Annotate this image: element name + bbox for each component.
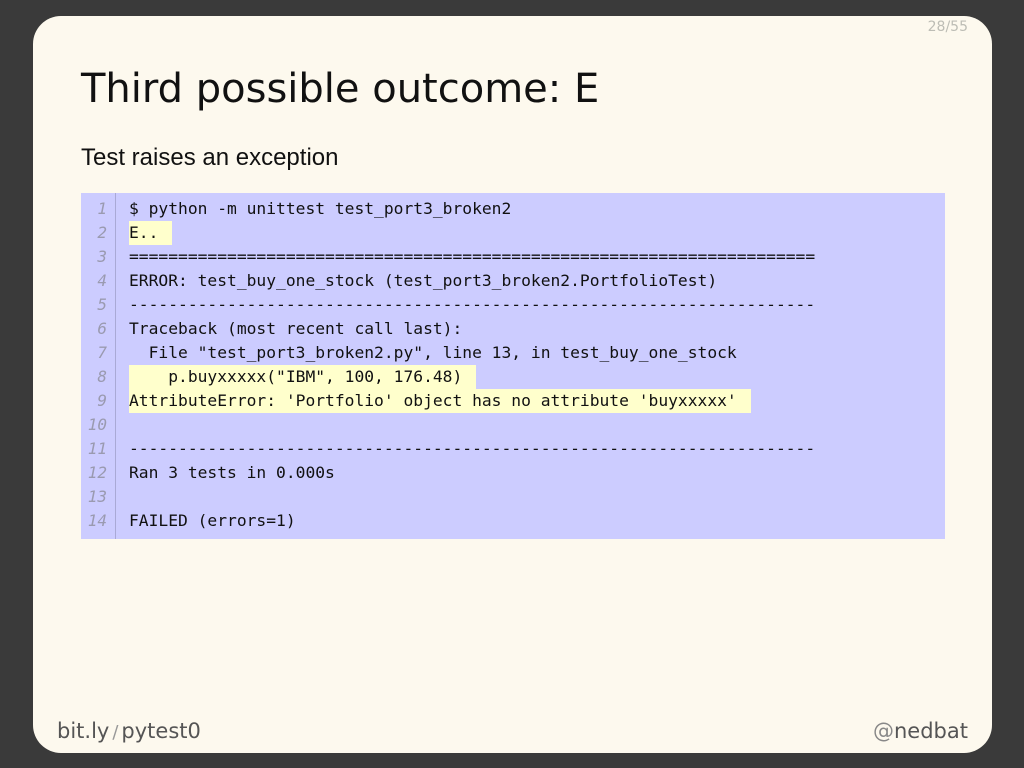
line-number: 7 (97, 343, 107, 362)
code-line: 14 FAILED (errors=1) (81, 509, 945, 533)
at-symbol: @ (873, 719, 894, 743)
line-number: 10 (87, 415, 107, 434)
code-line: 1 $ python -m unittest test_port3_broken2 (81, 197, 945, 221)
line-number: 14 (87, 511, 107, 530)
code-line: 3 =======================================… (81, 245, 945, 269)
code-text: ERROR: test_buy_one_stock (test_port3_br… (129, 271, 718, 290)
line-number: 12 (87, 463, 107, 482)
highlighted-code-text: p.buyxxxxx("IBM", 100, 176.48) (129, 365, 477, 389)
code-line: 2 E.. (81, 221, 945, 245)
code-text: File "test_port3_broken2.py", line 13, i… (129, 343, 737, 362)
footer-domain: bit.ly (57, 719, 110, 743)
code-line: 5 ---------------------------------------… (81, 293, 945, 317)
line-number: 11 (87, 439, 107, 458)
highlighted-code-text: E.. (129, 221, 173, 245)
code-line: 4 ERROR: test_buy_one_stock (test_port3_b… (81, 269, 945, 293)
line-number: 4 (97, 271, 107, 290)
code-text: ========================================… (129, 247, 816, 266)
code-line: 12 Ran 3 tests in 0.000s (81, 461, 945, 485)
line-number: 1 (97, 199, 107, 218)
line-number: 2 (97, 223, 107, 242)
line-number: 5 (97, 295, 107, 314)
footer-author-name: nedbat (894, 719, 968, 743)
code-text: ----------------------------------------… (129, 439, 816, 458)
slide-title: Third possible outcome: E (81, 66, 600, 112)
code-text: Ran 3 tests in 0.000s (129, 463, 335, 482)
slide-subtitle: Test raises an exception (81, 144, 339, 171)
line-number: 3 (97, 247, 107, 266)
line-number: 13 (87, 487, 107, 506)
code-text: Traceback (most recent call last): (129, 319, 463, 338)
code-line: 8 p.buyxxxxx("IBM", 100, 176.48) (81, 365, 945, 389)
code-text: $ python -m unittest test_port3_broken2 (129, 199, 512, 218)
line-number: 8 (97, 367, 107, 386)
code-line: 9 AttributeError: 'Portfolio' object has … (81, 389, 945, 413)
slide: 28/55 Third possible outcome: E Test rai… (33, 16, 992, 753)
line-number: 9 (97, 391, 107, 410)
code-line: 11 --------------------------------------… (81, 437, 945, 461)
code-line: 7 File "test_port3_broken2.py", line 13,… (81, 341, 945, 365)
slide-counter: 28/55 (927, 19, 968, 35)
code-line: 6 Traceback (most recent call last): (81, 317, 945, 341)
highlighted-code-text: AttributeError: 'Portfolio' object has n… (129, 389, 751, 413)
code-line: 13 (81, 485, 945, 509)
code-text: ----------------------------------------… (129, 295, 816, 314)
footer-short-link: bit.ly / pytest0 (57, 719, 201, 743)
code-block: 1 $ python -m unittest test_port3_broken2… (81, 193, 945, 539)
code-text: FAILED (errors=1) (129, 511, 296, 530)
line-number: 6 (97, 319, 107, 338)
footer-author-handle: @nedbat (873, 719, 968, 743)
code-line: 10 (81, 413, 945, 437)
footer-separator: / (112, 722, 119, 743)
footer-path: pytest0 (121, 719, 201, 743)
